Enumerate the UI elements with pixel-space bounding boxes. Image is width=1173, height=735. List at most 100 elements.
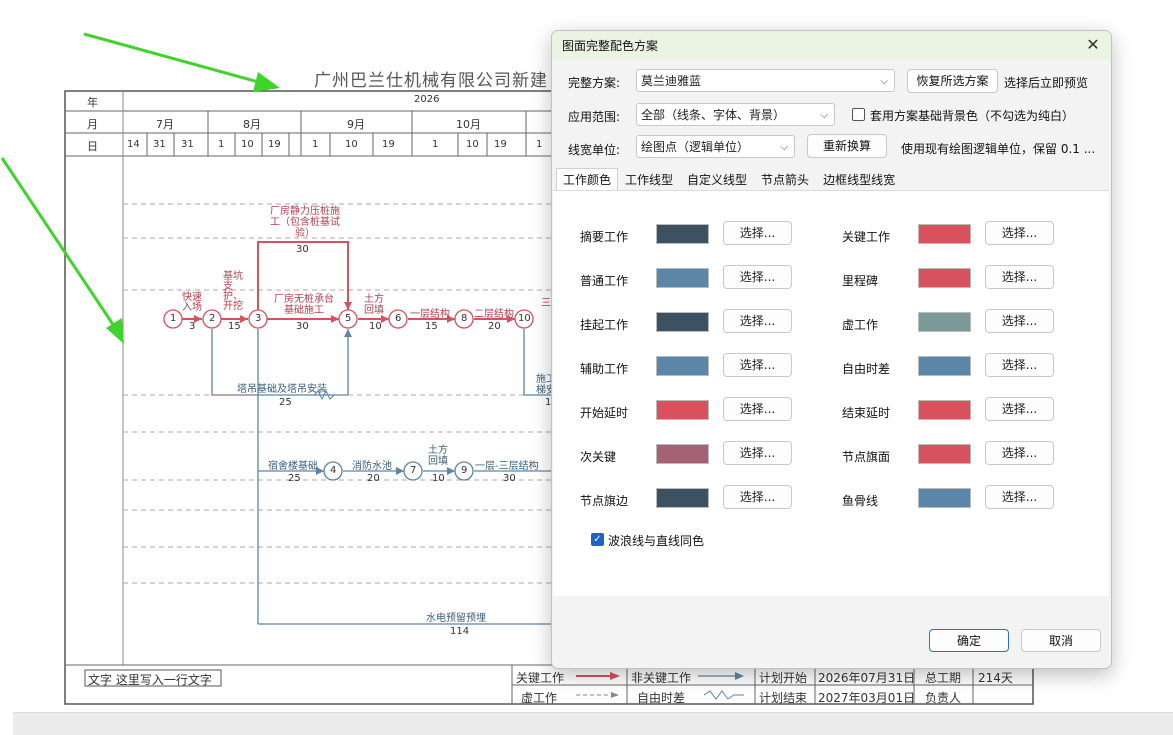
select-color-button[interactable]: 选择... xyxy=(985,353,1054,377)
cancel-button[interactable]: 取消 xyxy=(1021,629,1101,652)
node-number: 2 xyxy=(209,313,216,324)
select-color-button[interactable]: 选择... xyxy=(723,309,792,333)
select-color-button[interactable]: 选择... xyxy=(985,485,1054,509)
color-swatch xyxy=(656,224,709,244)
select-color-button[interactable]: 选择... xyxy=(723,397,792,421)
activity-duration: 20 xyxy=(367,473,380,484)
node-number: 10 xyxy=(518,313,531,324)
close-icon[interactable]: ✕ xyxy=(1083,35,1103,55)
activity-label: 基坑支护、开挖 xyxy=(223,271,243,312)
scheme-select[interactable]: 莫兰迪雅蓝 ⌵ xyxy=(636,69,895,92)
width-unit-select[interactable]: 绘图点（逻辑单位） ⌵ xyxy=(636,135,795,158)
color-item-label: 辅助工作 xyxy=(580,362,629,376)
day-label: 31 xyxy=(181,139,194,150)
dialog-title: 图面完整配色方案 xyxy=(562,39,659,53)
activity-label: 二层结构 xyxy=(474,309,514,320)
duration-value: 214天 xyxy=(978,671,1013,685)
activity-label: 土方回填 xyxy=(364,294,384,316)
range-select[interactable]: 全部（线条、字体、背景） ⌵ xyxy=(636,103,835,126)
color-swatch xyxy=(918,268,971,288)
tab-custom-linetype[interactable]: 自定义线型 xyxy=(680,168,754,192)
activity-duration: 30 xyxy=(296,321,309,332)
bg-checkbox[interactable] xyxy=(852,108,865,121)
color-item-label: 节点旗面 xyxy=(842,450,891,464)
width-unit-value: 绘图点（逻辑单位） xyxy=(641,140,750,154)
color-item-label: 普通工作 xyxy=(580,274,629,288)
activity-duration: 10 xyxy=(432,473,445,484)
color-item-label: 挂起工作 xyxy=(580,318,629,332)
chevron-down-icon: ⌵ xyxy=(880,76,888,87)
color-swatch xyxy=(918,224,971,244)
day-label: 10 xyxy=(466,139,479,150)
recalc-button[interactable]: 重新换算 xyxy=(807,134,887,158)
legend-dummy: 虚工作 xyxy=(521,691,558,705)
day-label: 19 xyxy=(494,139,507,150)
select-color-button[interactable]: 选择... xyxy=(723,265,792,289)
select-color-button[interactable]: 选择... xyxy=(985,441,1054,465)
dialog-titlebar[interactable]: 图面完整配色方案 ✕ xyxy=(552,31,1111,60)
node-number: 1 xyxy=(170,313,177,324)
chevron-down-icon: ⌵ xyxy=(820,110,828,121)
node-number: 7 xyxy=(410,465,417,476)
tab-node-arrow[interactable]: 节点箭头 xyxy=(754,168,816,192)
color-swatch xyxy=(918,444,971,464)
drawing-title: 广州巴兰仕机械有限公司新建 xyxy=(314,71,548,91)
color-swatch xyxy=(656,444,709,464)
day-label: 19 xyxy=(382,139,395,150)
activity-label: 水电预留预埋 xyxy=(426,613,486,624)
legend-critical: 关键工作 xyxy=(516,671,565,685)
legend-noncritical: 非关键工作 xyxy=(631,671,692,685)
activity-duration: 3 xyxy=(189,321,196,332)
node-number: 9 xyxy=(461,465,468,476)
wave-same-color-checkbox[interactable]: ✓ xyxy=(591,533,604,546)
scheme-select-value: 莫兰迪雅蓝 xyxy=(641,74,702,88)
ok-button[interactable]: 确定 xyxy=(929,629,1009,652)
day-label: 19 xyxy=(268,139,281,150)
day-label: 14 xyxy=(127,139,140,150)
day-label: 31 xyxy=(153,139,166,150)
width-hint: 使用现有绘图逻辑单位，保留 0.1 ... xyxy=(901,142,1096,156)
color-item-label: 节点旗边 xyxy=(580,494,629,508)
day-label: 10 xyxy=(345,139,358,150)
select-color-button[interactable]: 选择... xyxy=(723,485,792,509)
select-color-button[interactable]: 选择... xyxy=(723,221,792,245)
horizontal-scrollbar[interactable] xyxy=(13,712,1173,735)
select-color-button[interactable]: 选择... xyxy=(985,265,1054,289)
color-swatch xyxy=(918,312,971,332)
clipped-label: 三 xyxy=(541,298,551,309)
day-label: 1 xyxy=(218,139,225,150)
select-color-button[interactable]: 选择... xyxy=(723,353,792,377)
color-swatch xyxy=(918,356,971,376)
month-label: 7月 xyxy=(156,118,174,131)
year-value: 2026 xyxy=(414,94,440,105)
plan-start-label: 计划开始 xyxy=(759,671,808,685)
color-swatch xyxy=(918,488,971,508)
select-color-button[interactable]: 选择... xyxy=(985,397,1054,421)
tab-border-linetype[interactable]: 边框线型线宽 xyxy=(816,168,902,192)
restore-scheme-button[interactable]: 恢复所选方案 xyxy=(907,69,998,93)
day-label: 1 xyxy=(536,139,543,150)
activity-label: 厂房静力压桩施工（包含桩基试验） xyxy=(270,206,340,239)
select-color-button[interactable]: 选择... xyxy=(723,441,792,465)
tab-work-linetype[interactable]: 工作线型 xyxy=(618,168,680,192)
bg-checkbox-label[interactable]: 套用方案基础背景色（不勾选为纯白） xyxy=(870,107,1074,124)
activity-label: 厂房无桩承台基础施工 xyxy=(274,294,334,316)
color-item-label: 虚工作 xyxy=(842,318,879,332)
scheme-label: 完整方案: xyxy=(568,76,621,90)
activity-duration: 30 xyxy=(296,244,309,255)
color-item-label: 摘要工作 xyxy=(580,230,629,244)
duration-label: 总工期 xyxy=(925,671,962,685)
color-swatch xyxy=(918,400,971,420)
day-label: 10 xyxy=(241,139,254,150)
month-label: 8月 xyxy=(243,118,261,131)
activity-duration: 25 xyxy=(279,397,292,408)
select-color-button[interactable]: 选择... xyxy=(985,309,1054,333)
wave-same-color-label[interactable]: 波浪线与直线同色 xyxy=(608,532,704,549)
color-swatch xyxy=(656,400,709,420)
select-color-button[interactable]: 选择... xyxy=(985,221,1054,245)
tab-work-color[interactable]: 工作颜色 xyxy=(556,168,619,191)
activity-label: 宿舍楼基础 xyxy=(268,461,318,472)
tab-strip: 工作颜色 工作线型 自定义线型 节点箭头 边框线型线宽 xyxy=(556,168,902,192)
range-label: 应用范围: xyxy=(568,110,621,124)
textbox-label[interactable]: 文字 这里写入一行文字 xyxy=(88,671,212,688)
